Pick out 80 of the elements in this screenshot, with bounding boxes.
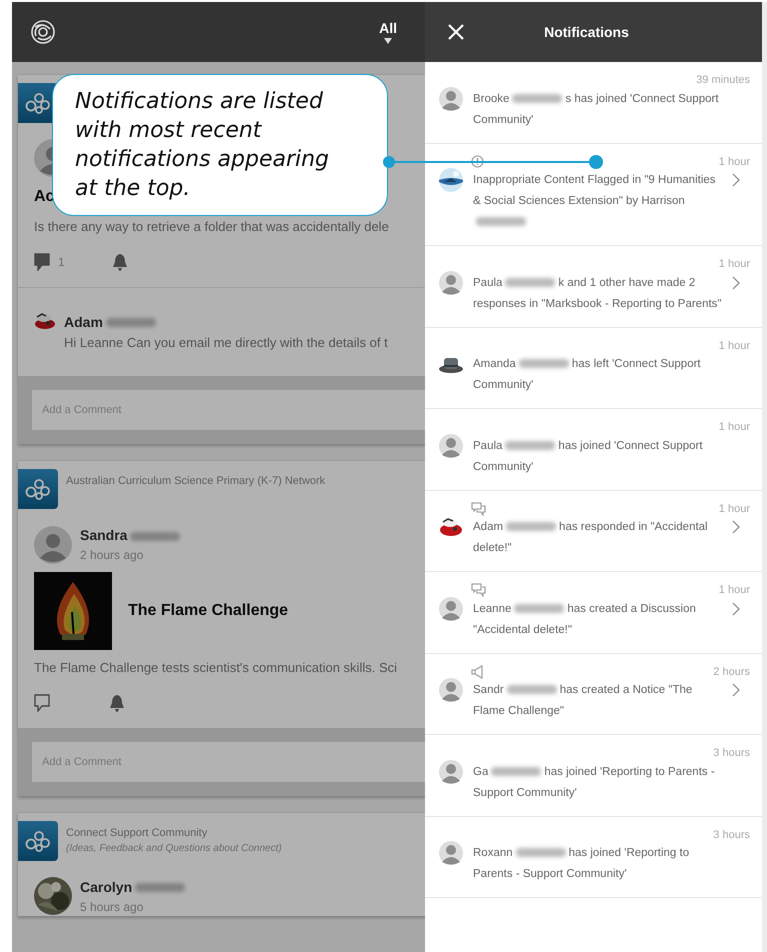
redaction-blur bbox=[491, 766, 542, 776]
notification-text[interactable]: Paula k and 1 other have made 2 responses in "Marksbook - Reporting to Parents" bbox=[473, 272, 722, 314]
notification-time: 3 hours bbox=[713, 746, 750, 761]
redaction-blur bbox=[135, 883, 186, 892]
notification-text[interactable]: Ga has joined 'Reporting to Parents - Support Community' bbox=[473, 762, 722, 804]
bell-icon[interactable] bbox=[110, 252, 129, 270]
notification-text[interactable]: Sandr has created a Notice "The Flame Challenge" bbox=[473, 680, 722, 722]
notification-time: 1 hour bbox=[718, 583, 750, 598]
comment-count: 1 bbox=[58, 254, 65, 270]
notification-time: 2 hours bbox=[713, 664, 750, 680]
notification-text[interactable]: Paula has joined 'Connect Support Community' bbox=[473, 436, 722, 478]
chevron-right-icon[interactable] bbox=[732, 276, 740, 290]
notification-time: 3 hours bbox=[713, 828, 750, 842]
redaction-blur bbox=[506, 522, 556, 532]
comment-field[interactable]: Add a Comment bbox=[32, 742, 425, 782]
post-title[interactable]: The Flame Challenge bbox=[128, 599, 288, 623]
notification-time: 1 hour bbox=[718, 420, 750, 435]
comment-author: Adam bbox=[64, 312, 388, 332]
comment-icon[interactable] bbox=[34, 252, 50, 270]
notification-text[interactable]: Inappropriate Content Flagged in "9 Humanities & Social Sciences Extension" by Harrison bbox=[473, 170, 722, 233]
notification-time: 1 hour bbox=[718, 154, 750, 170]
redaction-blur bbox=[506, 685, 557, 694]
redaction-blur bbox=[516, 848, 566, 858]
redaction-blur bbox=[476, 217, 526, 226]
avatar-icon bbox=[439, 678, 463, 702]
post-excerpt: The Flame Challenge tests scientist's communication skills. Sci bbox=[34, 659, 398, 677]
network-icon bbox=[25, 92, 51, 114]
post-excerpt: Is there any way to retrieve a folder that was accidentally dele bbox=[34, 218, 390, 236]
comment-text: Hi Leanne Can you email me directly with the details of t bbox=[64, 334, 388, 352]
network-icon bbox=[25, 478, 51, 500]
panel-title: Notifications bbox=[543, 22, 630, 42]
avatar-icon bbox=[439, 86, 463, 110]
avatar-icon bbox=[439, 434, 463, 458]
redaction-blur bbox=[106, 318, 156, 328]
comment-icon[interactable] bbox=[34, 694, 50, 712]
callout-tooltip: Notifications are listed with most recent notifications appearing at the top. bbox=[52, 74, 388, 216]
avatar-icon bbox=[439, 596, 463, 620]
notification-time: 39 minutes bbox=[696, 73, 750, 88]
community-description: (Ideas, Feedback and Questions about Connect) bbox=[66, 842, 282, 856]
notification-text[interactable]: Amanda has left 'Connect Support Community' bbox=[473, 354, 722, 396]
alert-icon bbox=[471, 155, 484, 168]
speech-bubbles-icon bbox=[471, 502, 486, 516]
caret-icon bbox=[384, 38, 392, 44]
chevron-right-icon[interactable] bbox=[732, 173, 740, 187]
community-name[interactable]: Connect Support Community bbox=[66, 824, 282, 840]
community-name[interactable]: Australian Curriculum Science Primary (K-7) Network bbox=[66, 473, 326, 489]
megaphone-icon bbox=[471, 664, 485, 679]
avatar-icon bbox=[439, 841, 463, 865]
redaction-blur bbox=[130, 532, 180, 541]
chevron-right-icon[interactable] bbox=[732, 683, 740, 697]
avatar-icon bbox=[439, 760, 463, 784]
community-badge[interactable] bbox=[18, 469, 58, 509]
author-name: Sandra bbox=[80, 525, 184, 546]
community-badge[interactable] bbox=[18, 820, 58, 860]
notification-time: 1 hour bbox=[718, 338, 750, 354]
redaction-blur bbox=[505, 440, 556, 450]
redaction-blur bbox=[512, 94, 562, 103]
redaction-blur bbox=[505, 278, 556, 287]
notification-text[interactable]: Leanne has created a Discussion "Accidental delete!" bbox=[473, 598, 722, 640]
chevron-right-icon[interactable] bbox=[732, 520, 740, 534]
post-time: 2 hours ago bbox=[80, 547, 144, 564]
avatar-icon bbox=[34, 526, 72, 564]
comment-field[interactable]: Add a Comment bbox=[32, 390, 425, 430]
filter-dropdown[interactable]: All bbox=[379, 20, 397, 44]
notification-text[interactable]: Brooke s has joined 'Connect Support Community' bbox=[473, 88, 722, 130]
redaction-blur bbox=[518, 359, 569, 368]
logo-icon bbox=[30, 19, 56, 45]
notification-time: 1 hour bbox=[718, 257, 750, 272]
redaction-blur bbox=[514, 604, 564, 613]
notification-time: 1 hour bbox=[718, 502, 750, 516]
avatar-icon bbox=[439, 270, 463, 294]
speech-bubbles-icon bbox=[471, 583, 486, 598]
post-time: 5 hours ago bbox=[80, 898, 144, 916]
close-icon bbox=[447, 23, 465, 41]
chevron-right-icon[interactable] bbox=[732, 602, 740, 616]
notification-text[interactable]: Adam has responded in "Accidental delete!" bbox=[473, 517, 722, 559]
bell-icon[interactable] bbox=[108, 694, 126, 712]
author-name: Carolyn bbox=[80, 876, 188, 898]
notification-text[interactable]: Roxann has joined 'Reporting to Parents - Support Community' bbox=[473, 843, 722, 885]
network-icon bbox=[25, 830, 51, 852]
